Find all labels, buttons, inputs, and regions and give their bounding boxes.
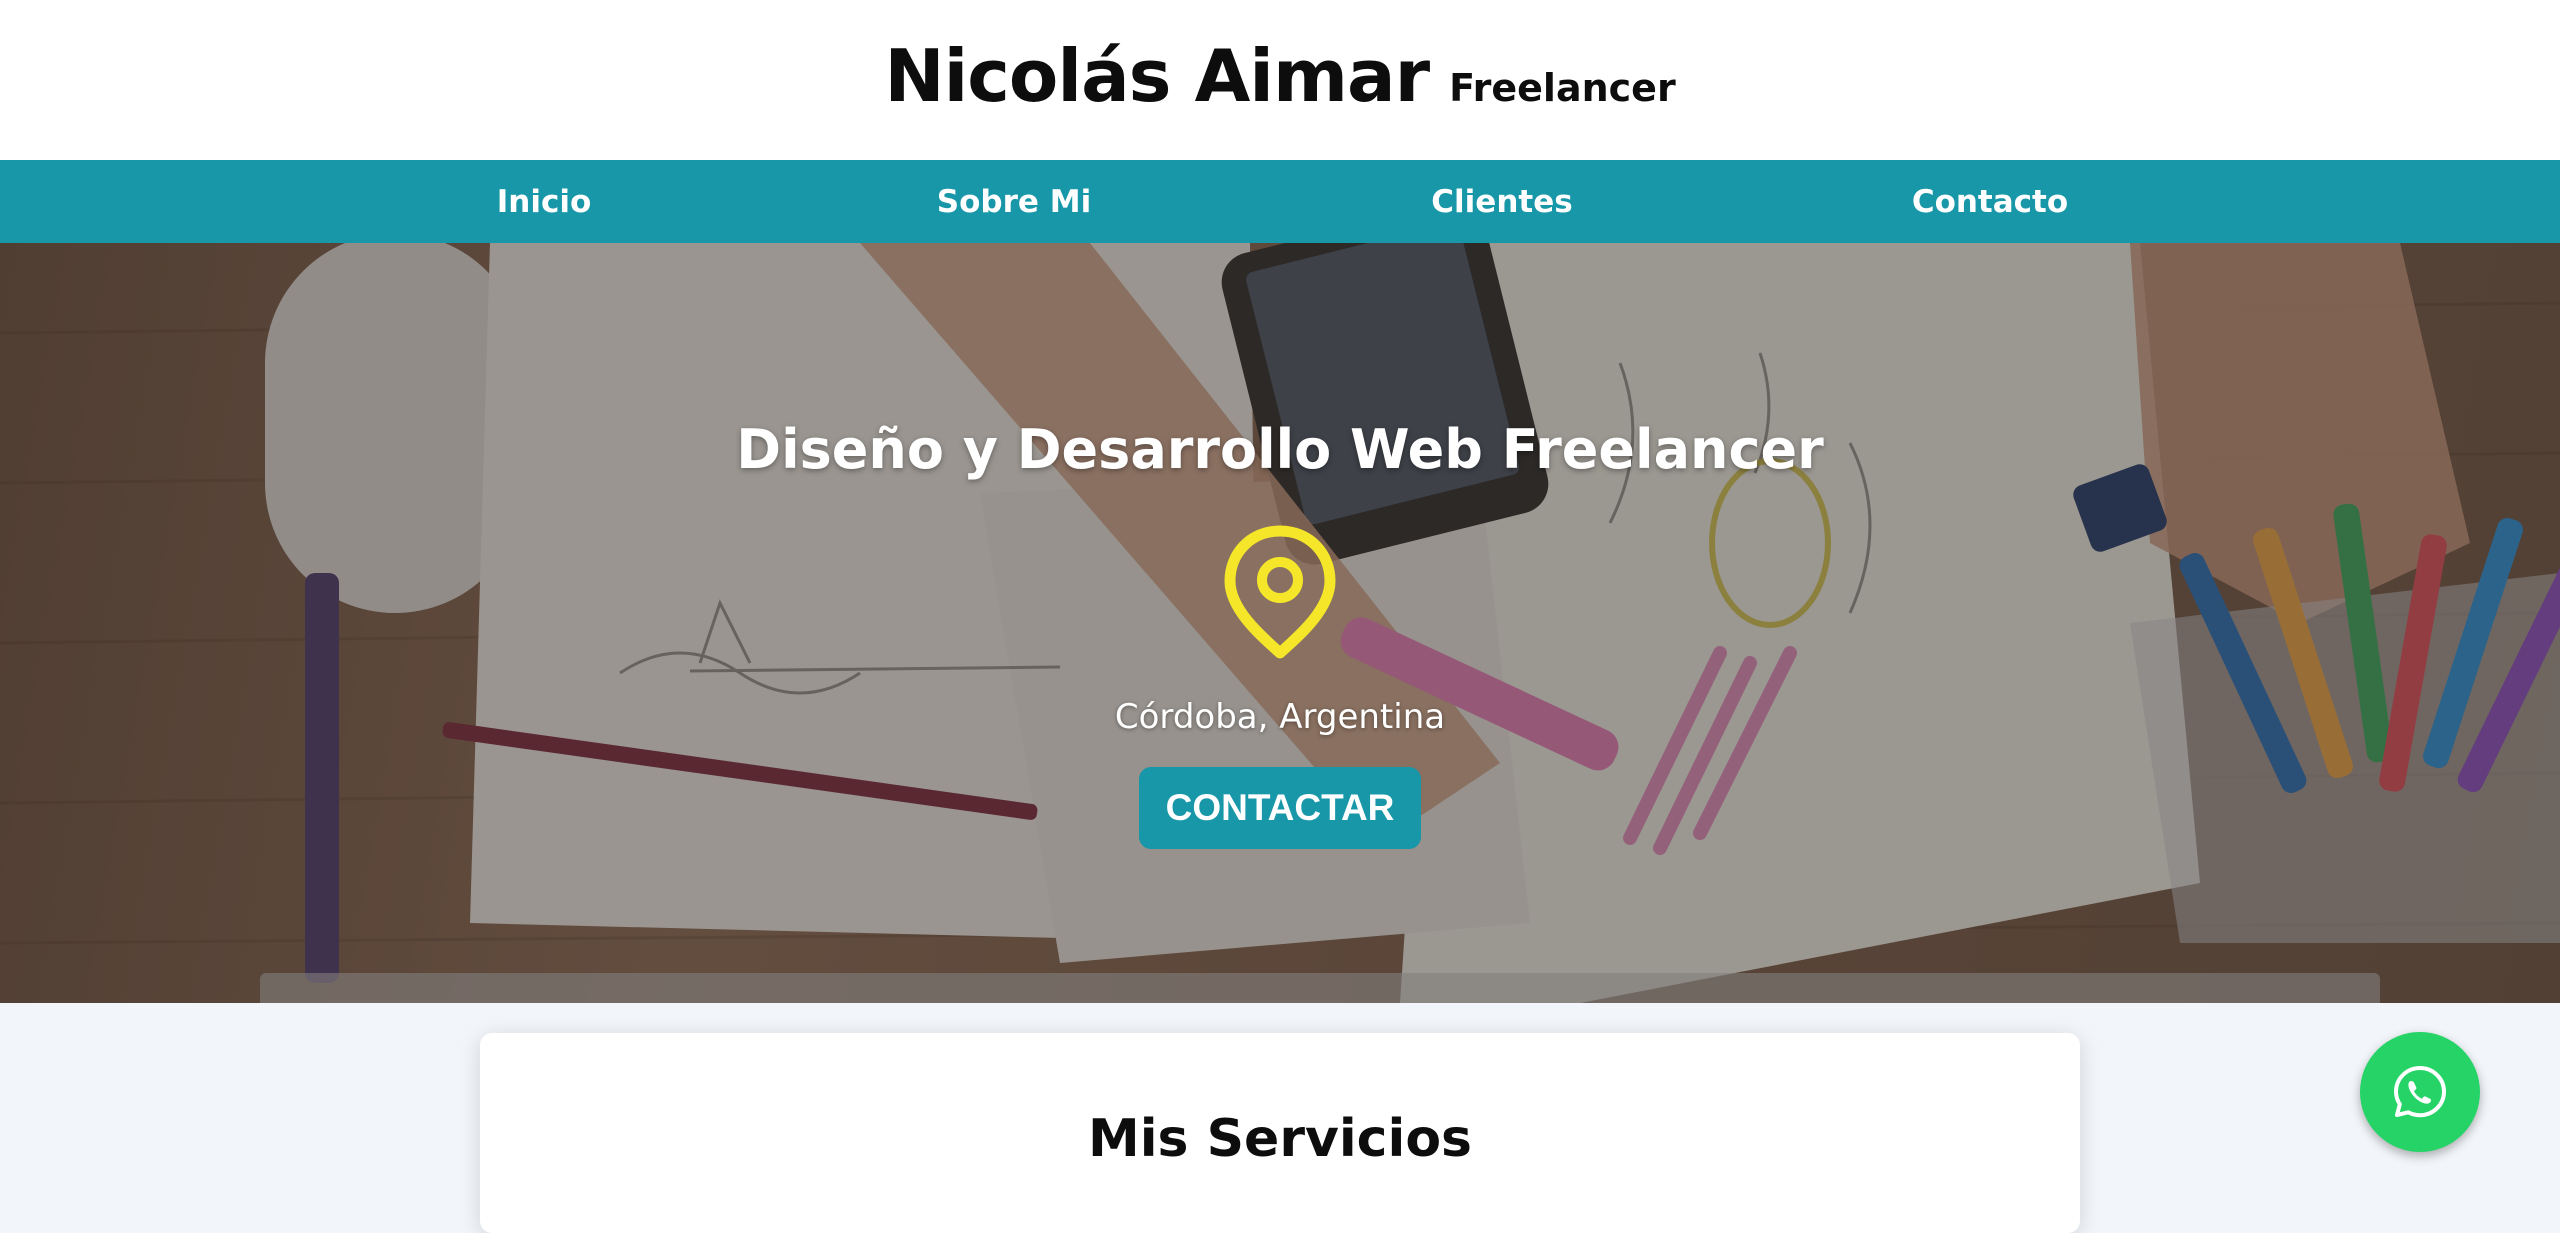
nav-item-clientes[interactable]: Clientes <box>1322 160 1682 243</box>
brand-role: Freelancer <box>1449 66 1676 110</box>
brand-name: Nicolás Aimar <box>884 34 1430 118</box>
services-title: Mis Servicios <box>1087 1109 1473 1169</box>
hero-content: Diseño y Desarrollo Web Freelancer Córdo… <box>0 243 2560 1003</box>
whatsapp-button[interactable] <box>2360 1032 2480 1152</box>
brand[interactable]: Nicolás Aimar Freelancer <box>884 34 1675 118</box>
location-text: Córdoba, Argentina <box>1114 697 1446 737</box>
main-nav: Inicio Sobre Mi Clientes Contacto <box>0 160 2560 243</box>
hero-section: Diseño y Desarrollo Web Freelancer Córdo… <box>0 243 2560 1003</box>
map-pin-icon <box>1224 525 1336 659</box>
nav-item-sobre-mi[interactable]: Sobre Mi <box>834 160 1194 243</box>
whatsapp-icon <box>2394 1066 2446 1118</box>
services-card: Mis Servicios <box>480 1033 2080 1233</box>
site-header: Nicolás Aimar Freelancer <box>0 0 2560 160</box>
nav-item-inicio[interactable]: Inicio <box>364 160 724 243</box>
hero-title: Diseño y Desarrollo Web Freelancer <box>736 418 1824 481</box>
nav-item-contacto[interactable]: Contacto <box>1810 160 2170 243</box>
contact-button[interactable]: CONTACTAR <box>1139 767 1421 849</box>
